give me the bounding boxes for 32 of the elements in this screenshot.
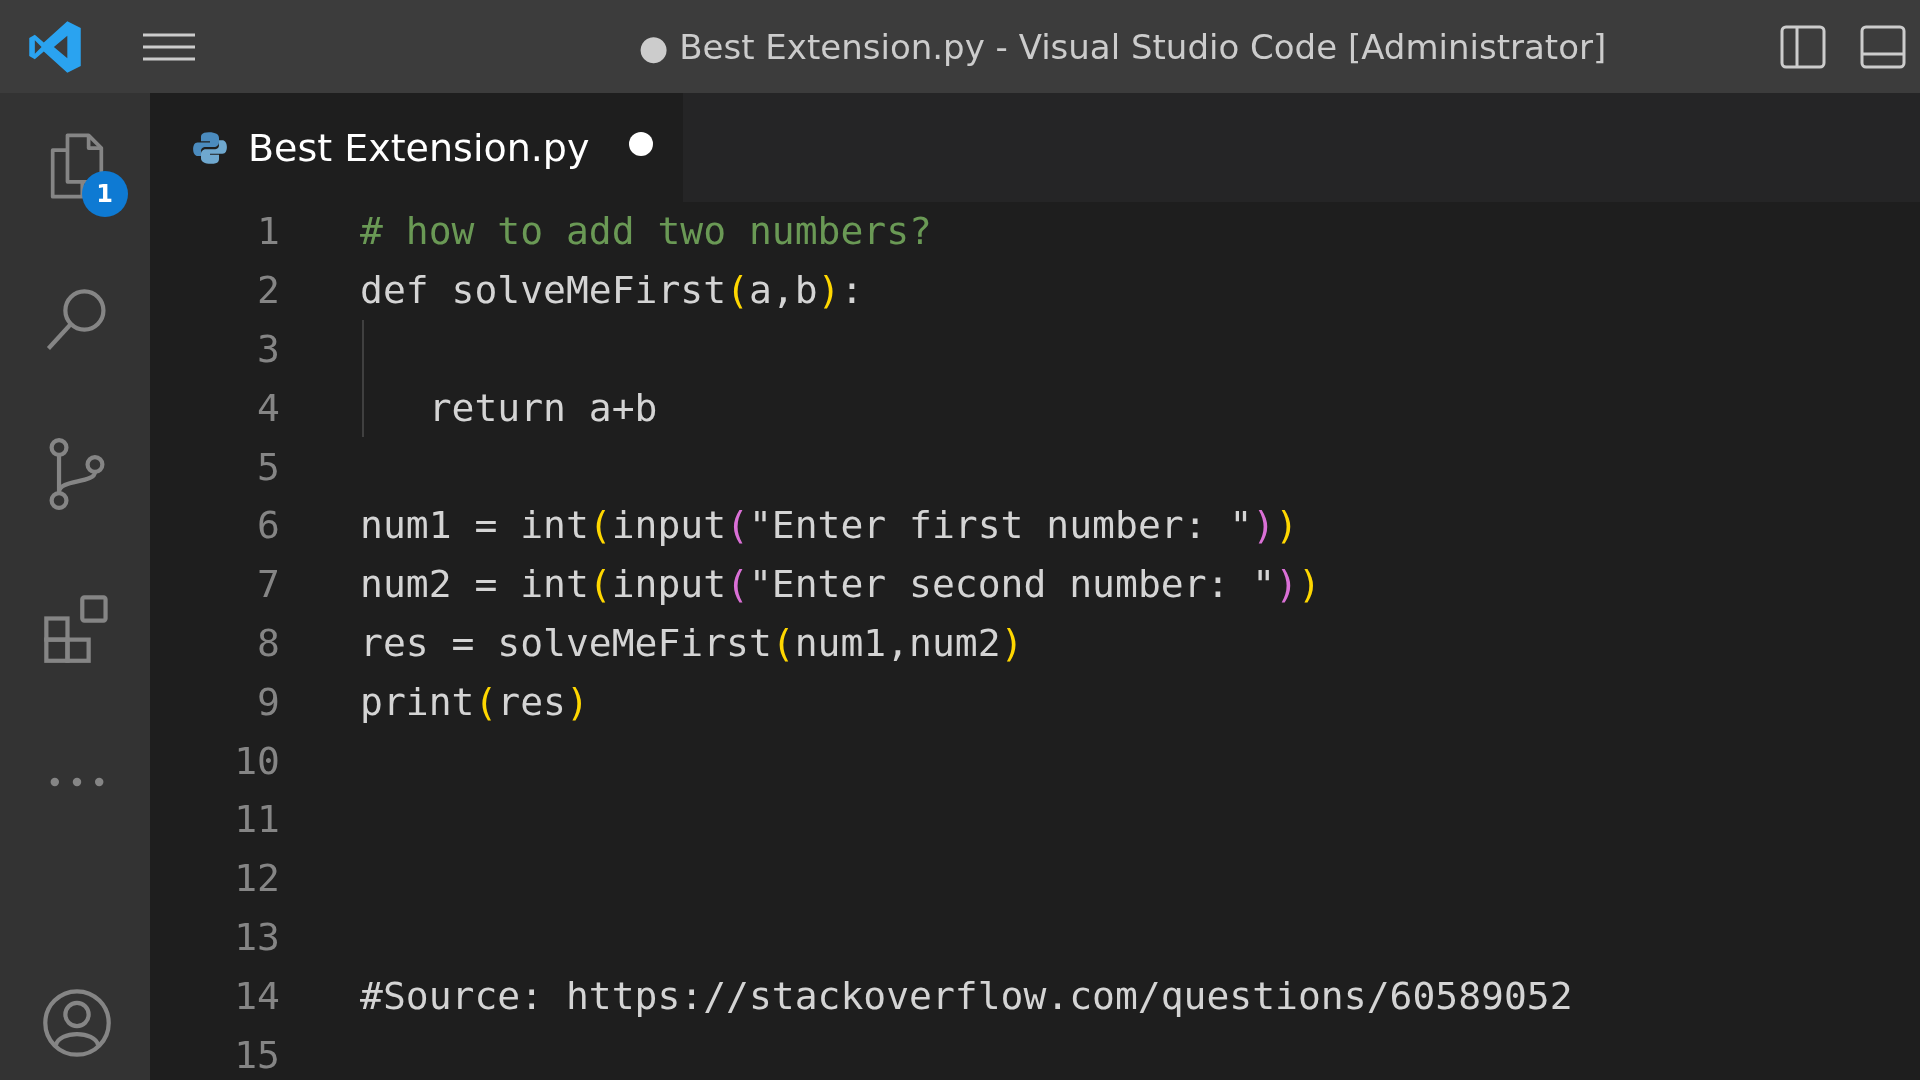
- line-number: 14: [233, 973, 280, 1018]
- line-number: 6: [256, 503, 280, 548]
- python-icon: [192, 129, 228, 166]
- code-line: #Source: https://stackoverflow.com/questions/60589052: [360, 973, 1573, 1018]
- line-number: 1: [256, 209, 280, 254]
- code-line: num1 = int(input("Enter first number: ")): [360, 503, 1299, 548]
- line-number: 3: [256, 327, 280, 371]
- window-title: ● Best Extension.py - Visual Studio Code [Administrator]: [638, 26, 1607, 67]
- line-number: 13: [233, 914, 280, 959]
- line-number: 12: [233, 856, 280, 901]
- line-number: 7: [256, 562, 280, 607]
- code-line: print(res): [360, 679, 589, 724]
- line-number: 15: [233, 1032, 280, 1077]
- line-number: 4: [256, 385, 280, 430]
- code-line: return a+b: [427, 385, 658, 430]
- line-number: 10: [233, 738, 280, 783]
- code-line: res = solveMeFirst(num1,num2): [360, 620, 1024, 665]
- line-number: 5: [256, 444, 280, 489]
- logo-icon: [27, 18, 83, 75]
- line-number: 8: [256, 620, 280, 665]
- unsaved-dot-icon: [629, 131, 654, 156]
- line-number: 9: [256, 679, 280, 724]
- line-number: 11: [233, 797, 280, 842]
- editor-tab[interactable]: Best Extension.py: [150, 93, 684, 202]
- panel-toggle-icon[interactable]: [1860, 24, 1906, 69]
- count-badge: 1: [81, 171, 128, 217]
- line-number: 2: [256, 268, 280, 313]
- menu-icon[interactable]: [143, 31, 195, 62]
- code-line: num2 = int(input("Enter second number: ")): [360, 562, 1321, 607]
- code-line: # how to add two numbers?: [360, 209, 932, 254]
- code-line: def solveMeFirst(a,b):: [360, 268, 864, 313]
- sidebar-toggle-icon[interactable]: [1780, 24, 1826, 69]
